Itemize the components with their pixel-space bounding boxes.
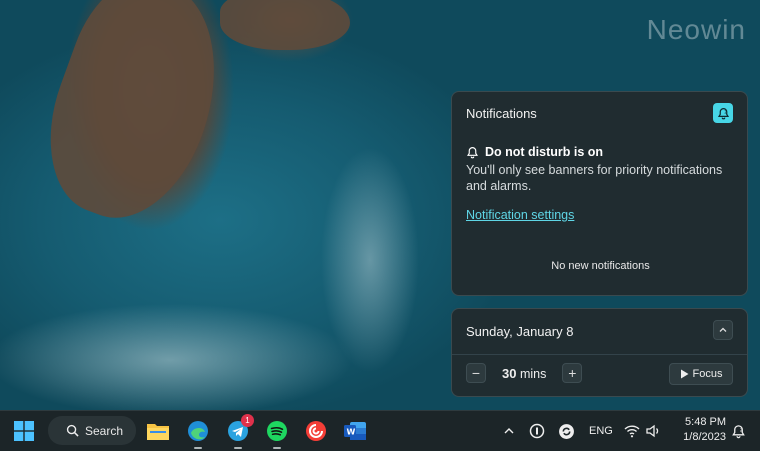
search-label: Search: [85, 423, 124, 438]
play-icon: [680, 369, 689, 379]
start-focus-button[interactable]: Focus: [669, 363, 733, 385]
watermark: Neowin: [646, 14, 746, 45]
dnd-heading-text: Do not disturb is on: [485, 145, 604, 159]
notification-center: Notifications z Do not disturb is on You…: [451, 91, 748, 296]
notification-settings-link[interactable]: Notification settings: [466, 208, 574, 222]
svg-text:z: z: [724, 109, 727, 115]
volume-tray-button[interactable]: [641, 419, 665, 443]
spotify-icon: [267, 421, 287, 441]
pocket-casts-icon: [306, 421, 326, 441]
chevron-up-icon: [719, 327, 727, 332]
no-new-notifications: No new notifications: [551, 260, 650, 272]
taskbar: Search 1 W ENG 5:48 PM 1/8/2023 z: [0, 410, 760, 451]
show-hidden-icons-button[interactable]: [497, 419, 521, 443]
password-manager-tray-button[interactable]: [525, 419, 549, 443]
file-explorer-button[interactable]: [146, 419, 170, 443]
start-button[interactable]: [12, 419, 36, 443]
coastal-rock: [23, 0, 247, 239]
dnd-heading: Do not disturb is on: [466, 145, 603, 159]
telegram-unread-badge: 1: [241, 414, 254, 427]
dnd-bell-icon: z: [731, 424, 745, 438]
file-explorer-icon: [147, 424, 169, 440]
svg-text:z: z: [739, 427, 742, 433]
start-icon: [14, 421, 34, 441]
decrease-focus-button[interactable]: −: [466, 363, 486, 383]
input-language[interactable]: ENG: [589, 425, 613, 437]
notification-center-button[interactable]: z: [726, 419, 750, 443]
clock-date: 1/8/2023: [683, 431, 726, 443]
volume-icon: [645, 424, 658, 438]
taskbar-clock[interactable]: 5:48 PM 1/8/2023: [670, 415, 726, 445]
search-icon: [66, 424, 79, 437]
calendar-panel: Sunday, January 8 − 30 mins + Focus: [451, 308, 748, 397]
focus-duration: 30 mins: [496, 366, 552, 381]
expand-calendar-button[interactable]: [713, 320, 733, 340]
focus-button-label: Focus: [692, 368, 723, 380]
spotify-button[interactable]: [265, 419, 289, 449]
running-indicator: [194, 447, 202, 449]
notifications-title: Notifications: [466, 106, 537, 121]
dnd-bell-icon: z: [717, 107, 729, 119]
word-icon: W: [344, 422, 366, 440]
increase-focus-button[interactable]: +: [562, 363, 583, 383]
wifi-icon: [624, 425, 640, 438]
word-button[interactable]: W: [343, 419, 367, 443]
edge-icon: [188, 421, 208, 441]
password-manager-icon: [529, 423, 545, 439]
taskbar-search[interactable]: Search: [48, 416, 136, 445]
running-indicator: [273, 447, 281, 449]
edge-button[interactable]: [186, 419, 210, 449]
dnd-description: You'll only see banners for priority not…: [466, 163, 723, 193]
running-indicator: [234, 447, 242, 449]
calendar-date: Sunday, January 8: [466, 324, 574, 339]
sync-tray-button[interactable]: [554, 419, 578, 443]
chevron-up-icon: [504, 428, 514, 434]
sync-icon: [558, 423, 574, 439]
minus-icon: −: [471, 365, 481, 381]
telegram-button[interactable]: 1: [226, 414, 254, 449]
clock-time: 5:48 PM: [685, 416, 726, 428]
pocket-casts-button[interactable]: [304, 419, 328, 443]
dnd-toggle-button[interactable]: z: [713, 103, 733, 123]
coastal-rock: [220, 0, 350, 50]
focus-minutes-unit: mins: [519, 366, 547, 381]
focus-duration-stepper: − 30 mins +: [466, 363, 583, 383]
svg-text:W: W: [347, 428, 356, 437]
dnd-bell-icon: [467, 146, 478, 158]
divider: [452, 354, 747, 355]
focus-minutes-value: 30: [502, 365, 517, 381]
plus-icon: +: [568, 365, 577, 381]
